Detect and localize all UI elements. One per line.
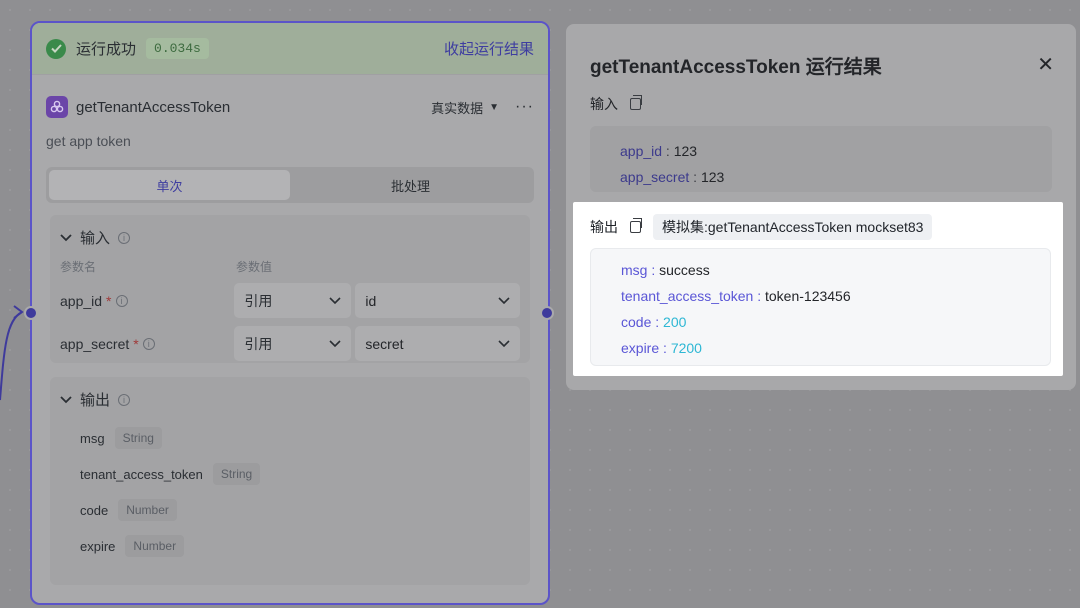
chevron-down-icon [329, 296, 341, 304]
output-field-name: code [80, 502, 109, 518]
kv-key: app_id [620, 143, 663, 159]
chevron-down-icon [60, 391, 72, 408]
param-row: app_secret * i 引用 secret [60, 326, 520, 361]
ref-type-label: 引用 [244, 292, 273, 309]
output-field-row: code Number [80, 492, 520, 528]
info-icon[interactable]: i [115, 294, 128, 307]
input-section-title: 输入 [80, 230, 111, 247]
param-value-label: id [365, 292, 377, 309]
check-circle-icon [46, 38, 66, 59]
col-param-value: 参数值 [236, 260, 273, 274]
kv-row: app_id : 123 [620, 143, 698, 159]
input-section: 输入 i 参数名 参数值 app_id * i 引用 id app_secret… [50, 215, 530, 363]
param-value-select[interactable]: id [355, 283, 520, 318]
chevron-down-icon [60, 229, 72, 246]
kv-row: tenant_access_token : token-123456 [621, 288, 851, 304]
chevron-down-icon [329, 339, 341, 347]
type-badge: String [114, 427, 162, 449]
kv-key: tenant_access_token [621, 288, 754, 304]
param-name: app_secret * i [60, 336, 234, 352]
ref-type-select[interactable]: 引用 [234, 283, 352, 318]
data-mode-select[interactable]: 真实数据 ▼ [431, 98, 499, 117]
tab-batch[interactable]: 批处理 [290, 170, 531, 200]
output-section-header[interactable]: 输出 i [60, 389, 520, 410]
kv-row: msg : success [621, 262, 710, 278]
param-name-label: app_secret [60, 335, 130, 352]
result-input-box: app_id : 123 app_secret : 123 [590, 126, 1052, 192]
param-name-label: app_id [60, 292, 103, 309]
kv-key: code [621, 314, 652, 330]
param-value-label: secret [365, 335, 404, 352]
param-value-select[interactable]: secret [355, 326, 520, 361]
input-port[interactable] [24, 306, 38, 320]
kv-value: 123 [700, 169, 725, 185]
plugin-icon [46, 96, 68, 118]
param-column-headers: 参数名 参数值 [60, 258, 520, 275]
more-options-icon[interactable]: ··· [515, 98, 534, 116]
output-field-row: tenant_access_token String [80, 456, 520, 492]
plugin-node-card[interactable]: 运行成功 0.034s 收起运行结果 getTenantAccessToken … [30, 21, 550, 605]
run-status-text: 运行成功 [76, 41, 137, 58]
output-field-row: msg String [80, 420, 520, 456]
required-marker: * [106, 292, 112, 309]
node-header: getTenantAccessToken 真实数据 ▼ ··· [32, 75, 548, 125]
result-input-label: 输入 [590, 94, 642, 114]
output-label-text: 输出 [590, 219, 618, 235]
kv-value: 123 [673, 143, 698, 159]
output-port[interactable] [540, 306, 554, 320]
output-field-name: msg [80, 430, 105, 446]
result-output-header: 输出 模拟集:getTenantAccessToken mockset83 [590, 214, 933, 240]
type-badge: Number [125, 535, 185, 557]
result-panel-title: getTenantAccessToken 运行结果 [590, 57, 882, 78]
kv-key: expire [621, 340, 660, 356]
kv-row: expire : 7200 [621, 340, 702, 356]
result-output-box: msg : success tenant_access_token : toke… [590, 248, 1051, 366]
copy-icon[interactable] [630, 218, 642, 233]
output-field-name: expire [80, 538, 116, 554]
chevron-down-icon [498, 339, 510, 347]
mockset-badge: 模拟集:getTenantAccessToken mockset83 [653, 214, 933, 240]
ref-type-select[interactable]: 引用 [234, 326, 352, 361]
input-label-text: 输入 [590, 96, 618, 112]
run-time-badge: 0.034s [146, 38, 209, 59]
input-section-header[interactable]: 输入 i [60, 227, 520, 248]
param-row: app_id * i 引用 id [60, 283, 520, 318]
kv-value: success [659, 262, 710, 278]
kv-value: token-123456 [765, 288, 851, 304]
output-field-row: expire Number [80, 528, 520, 564]
type-badge: Number [118, 499, 177, 521]
type-badge: String [212, 463, 261, 485]
kv-value: 200 [663, 314, 687, 330]
info-icon[interactable]: i [118, 393, 131, 406]
output-field-list: msg String tenant_access_token String co… [60, 416, 520, 568]
kv-key: app_secret [620, 169, 690, 185]
data-mode-label: 真实数据 [431, 100, 484, 116]
chevron-down-icon [498, 296, 510, 304]
output-section-title: 输出 [80, 392, 111, 409]
node-title: getTenantAccessToken [76, 98, 231, 116]
kv-key: msg [621, 262, 648, 278]
run-mode-tabs: 单次 批处理 [46, 167, 534, 203]
result-output-card: 输出 模拟集:getTenantAccessToken mockset83 ms… [573, 202, 1063, 376]
caret-down-icon: ▼ [489, 101, 500, 113]
required-marker: * [133, 335, 139, 352]
ref-type-label: 引用 [244, 335, 273, 352]
kv-row: app_secret : 123 [620, 169, 725, 185]
copy-icon[interactable] [630, 95, 642, 110]
info-icon[interactable]: i [118, 231, 131, 244]
close-icon[interactable]: ✕ [1037, 52, 1054, 77]
param-name: app_id * i [60, 293, 234, 309]
tab-single[interactable]: 单次 [49, 170, 290, 200]
output-field-name: tenant_access_token [80, 466, 203, 482]
node-description: get app token [46, 133, 131, 149]
col-param-name: 参数名 [60, 260, 97, 274]
kv-value: 7200 [670, 340, 702, 356]
output-section: 输出 i msg String tenant_access_token Stri… [50, 377, 530, 585]
collapse-results-link[interactable]: 收起运行结果 [444, 38, 534, 59]
info-icon[interactable]: i [142, 337, 155, 350]
run-status-bar: 运行成功 0.034s 收起运行结果 [32, 23, 548, 75]
kv-row: code : 200 [621, 314, 687, 330]
